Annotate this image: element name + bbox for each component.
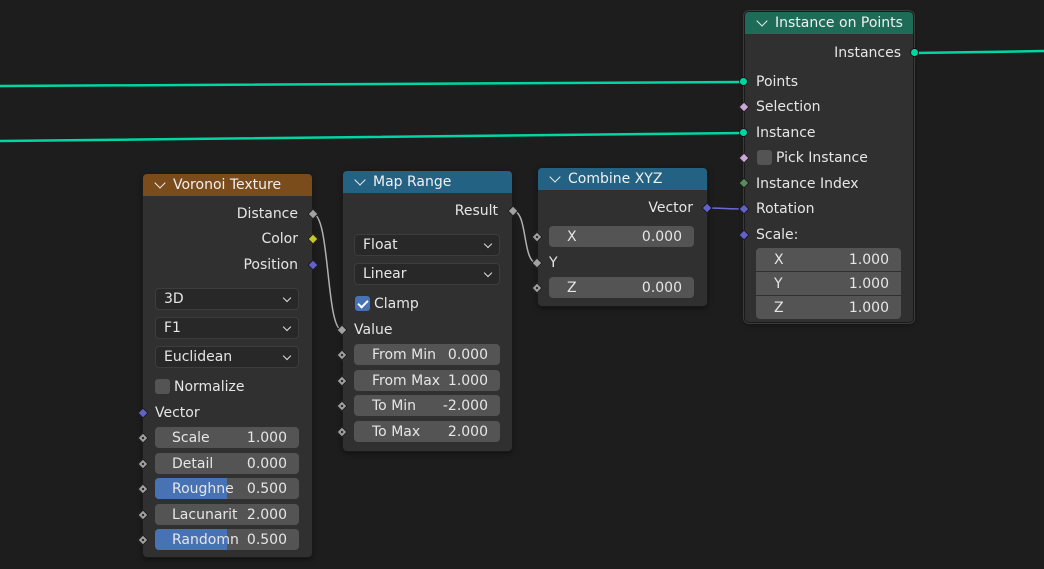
feature-dropdown[interactable]: F1 (155, 317, 299, 339)
output-instances: Instances (834, 45, 901, 61)
input-selection: Selection (756, 99, 821, 115)
link-instances-out (913, 49, 1044, 55)
voronoi-texture-node[interactable]: Voronoi Texture Distance Color Position … (143, 174, 312, 557)
chevron-down-icon (282, 351, 292, 361)
collapse-chevron-icon[interactable] (549, 171, 561, 183)
link-distance-value (312, 213, 343, 331)
randomness-field[interactable]: Randomn 0.500 (155, 529, 299, 550)
socket-points-in[interactable] (739, 77, 748, 86)
link-points (0, 80, 745, 88)
node-title: Voronoi Texture (173, 177, 282, 193)
pick-instance-label: Pick Instance (776, 150, 868, 166)
link-instance (0, 131, 745, 143)
socket-instance-in[interactable] (739, 128, 748, 137)
distance-metric-dropdown[interactable]: Euclidean (155, 346, 299, 368)
output-distance: Distance (236, 206, 298, 222)
combine-xyz-header[interactable]: Combine XYZ (538, 168, 707, 190)
node-title: Combine XYZ (568, 171, 663, 187)
input-instance-index: Instance Index (756, 176, 859, 192)
instance-on-points-header[interactable]: Instance on Points (745, 12, 913, 34)
x-field[interactable]: X 0.000 (549, 226, 694, 247)
chevron-down-icon (282, 293, 292, 303)
output-position: Position (243, 257, 298, 273)
to-min-field[interactable]: To Min -2.000 (354, 395, 500, 416)
output-color: Color (261, 231, 298, 247)
detail-field[interactable]: Detail 0.000 (155, 453, 299, 474)
chevron-down-icon (483, 268, 493, 278)
from-min-field[interactable]: From Min 0.000 (354, 344, 500, 365)
scale-x-field[interactable]: X 1.000 (756, 248, 901, 271)
z-field[interactable]: Z 0.000 (549, 277, 694, 298)
scale-z-field[interactable]: Z 1.000 (756, 296, 901, 319)
input-points: Points (756, 74, 799, 90)
input-y: Y (549, 255, 558, 271)
instance-on-points-node[interactable]: Instance on Points Instances Points Sele… (745, 12, 913, 322)
input-vector: Vector (155, 405, 200, 421)
input-rotation: Rotation (756, 201, 815, 217)
clamp-label: Clamp (374, 296, 419, 312)
clamp-checkbox[interactable] (355, 296, 370, 311)
scale-y-field[interactable]: Y 1.000 (756, 272, 901, 295)
input-scale: Scale: (756, 227, 799, 243)
map-range-header[interactable]: Map Range (343, 171, 512, 193)
node-title: Map Range (373, 174, 452, 190)
normalize-checkbox[interactable] (155, 379, 170, 394)
to-max-field[interactable]: To Max 2.000 (354, 421, 500, 442)
output-result: Result (454, 203, 498, 219)
chevron-down-icon (282, 322, 292, 332)
chevron-down-icon (483, 239, 493, 249)
output-vector: Vector (648, 200, 693, 216)
lacunarity-field[interactable]: Lacunarit 2.000 (155, 504, 299, 525)
input-value: Value (354, 322, 393, 338)
dimensions-dropdown[interactable]: 3D (155, 288, 299, 310)
from-max-field[interactable]: From Max 1.000 (354, 370, 500, 391)
socket-instances-out[interactable] (910, 48, 919, 57)
collapse-chevron-icon[interactable] (154, 177, 166, 189)
normalize-label: Normalize (174, 379, 245, 395)
node-editor-canvas[interactable]: Voronoi Texture Distance Color Position … (0, 0, 1044, 569)
roughness-field[interactable]: Roughne 0.500 (155, 478, 299, 499)
input-instance: Instance (756, 125, 816, 141)
collapse-chevron-icon[interactable] (354, 174, 366, 186)
scale-field[interactable]: Scale 1.000 (155, 427, 299, 448)
collapse-chevron-icon[interactable] (756, 15, 768, 27)
voronoi-header[interactable]: Voronoi Texture (143, 174, 312, 196)
interpolation-dropdown[interactable]: Linear (354, 263, 500, 285)
node-title: Instance on Points (775, 15, 903, 31)
pick-instance-checkbox[interactable] (757, 150, 772, 165)
map-range-node[interactable]: Map Range Result Float Linear Clamp Valu… (343, 171, 512, 451)
data-type-dropdown[interactable]: Float (354, 234, 500, 256)
combine-xyz-node[interactable]: Combine XYZ Vector X 0.000 Y Z 0.000 (538, 168, 707, 306)
